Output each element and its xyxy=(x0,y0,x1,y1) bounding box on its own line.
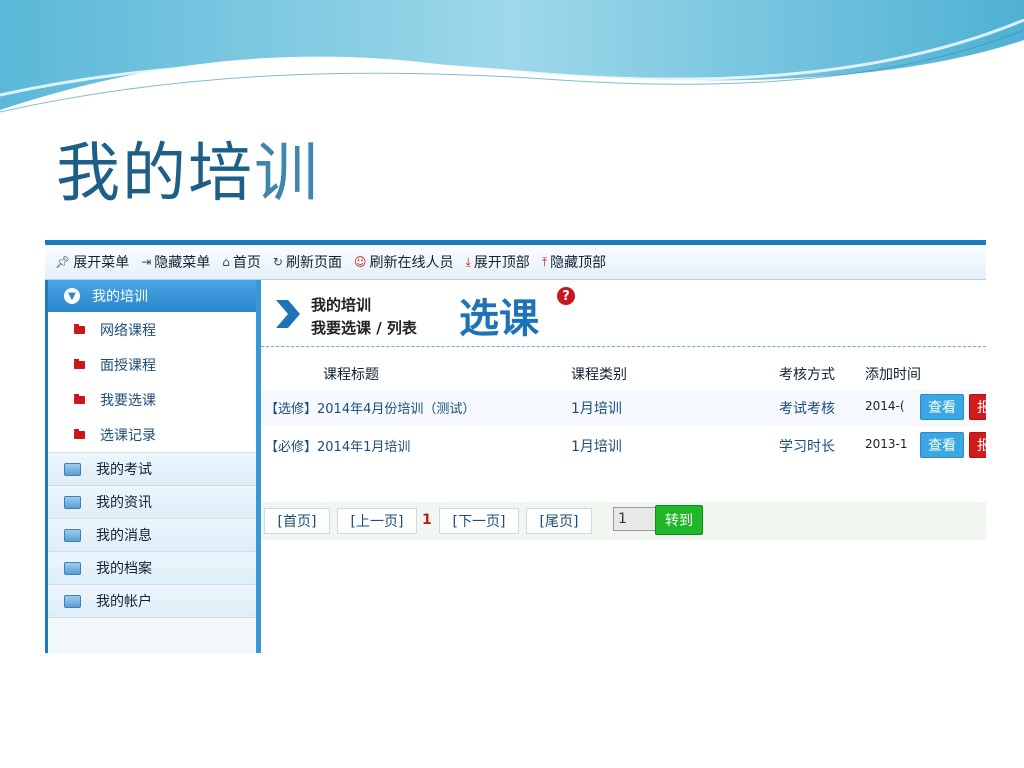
course-time: 2013-1 xyxy=(865,437,908,451)
decorative-wave xyxy=(0,0,1024,113)
sidebar-item-account[interactable]: 我的帐户 xyxy=(48,584,256,618)
sidebar-item-label: 我的档案 xyxy=(96,561,152,577)
toolbar-expand-top[interactable]: ⤓ 展开顶部 xyxy=(466,252,530,272)
view-button[interactable]: 查看 xyxy=(920,432,964,458)
breadcrumb: 我的培训 我要选课 / 列表 选课 ? xyxy=(261,280,986,347)
sidebar-item-label: 我的考试 xyxy=(96,462,152,478)
course-title[interactable]: 【必修】2014年1月培训 xyxy=(265,436,410,455)
sidebar-subitem-classroom-course[interactable]: 面授课程 xyxy=(48,347,256,382)
unpin-icon: ⇥ xyxy=(141,255,152,269)
folder-icon xyxy=(74,393,85,404)
sidebar-header-training[interactable]: ▼ 我的培训 xyxy=(48,280,256,312)
toolbar-home[interactable]: ⌂ 首页 xyxy=(222,252,261,272)
sidebar-subitem-selection-record[interactable]: 选课记录 xyxy=(48,417,256,452)
sidebar-item-profile[interactable]: 我的档案 xyxy=(48,551,256,584)
sidebar-header-label: 我的培训 xyxy=(92,289,148,305)
current-page: 1 xyxy=(422,512,432,528)
toolbar-label: 隐藏菜单 xyxy=(154,255,211,271)
table-row: 【选修】2014年4月份培训（测试） 1月培训 考试考核 2014-( 查看 报… xyxy=(261,390,986,426)
slide-title-light: 训 xyxy=(254,137,320,211)
course-category: 1月培训 xyxy=(571,401,622,417)
folder-icon xyxy=(74,428,85,439)
sidebar-subitem-label: 我要选课 xyxy=(100,392,156,409)
page-title: 选课 xyxy=(459,296,539,342)
go-button[interactable]: 转到 xyxy=(655,505,703,535)
sidebar-subitem-label: 网络课程 xyxy=(100,322,156,339)
enroll-button[interactable]: 报名 xyxy=(969,432,986,458)
first-page-button[interactable]: [首页] xyxy=(264,508,330,534)
column-header-category: 课程类别 xyxy=(571,367,627,383)
course-category: 1月培训 xyxy=(571,439,622,455)
sidebar-item-messages[interactable]: 我的消息 xyxy=(48,518,256,551)
app-screenshot: 📌︎ 展开菜单 ⇥ 隐藏菜单 ⌂ 首页 ↻ 刷新页面 ☺ 刷新在线人员 ⤓ 展开顶部 ⤒ 隐藏… xyxy=(45,240,986,653)
column-header-method: 考核方式 xyxy=(779,367,835,383)
folder-icon xyxy=(64,594,81,608)
chevron-right-icon xyxy=(276,300,300,328)
column-header-title: 课程标题 xyxy=(323,367,379,383)
table-row: 【必修】2014年1月培训 1月培训 学习时长 2013-1 查看 报名 xyxy=(261,428,986,464)
sidebar-subitem-label: 面授课程 xyxy=(100,357,156,374)
sidebar: ▼ 我的培训 网络课程 面授课程 我要选课 选课记录 我的考试 我的资讯 我的消… xyxy=(45,280,261,653)
course-time: 2014-( xyxy=(865,399,905,413)
folder-icon xyxy=(64,495,81,509)
toolbar-expand-menu[interactable]: 📌︎ 展开菜单 xyxy=(55,252,129,272)
pagination: [首页] [上一页] 1 [下一页] [尾页] 转到 xyxy=(261,502,986,540)
course-method: 考试考核 xyxy=(779,401,835,417)
arrow-down-icon: ⤓ xyxy=(465,254,471,269)
sidebar-subitem-select-course[interactable]: 我要选课 xyxy=(48,382,256,417)
home-icon: ⌂ xyxy=(222,255,230,269)
toolbar-refresh[interactable]: ↻ 刷新页面 xyxy=(273,252,342,272)
sidebar-subitem-label: 选课记录 xyxy=(100,427,156,444)
toolbar-label: 展开顶部 xyxy=(473,255,530,271)
sidebar-subitem-online-course[interactable]: 网络课程 xyxy=(48,312,256,347)
sidebar-item-news[interactable]: 我的资讯 xyxy=(48,485,256,518)
course-method: 学习时长 xyxy=(779,439,835,455)
folder-icon xyxy=(64,462,81,476)
breadcrumb-path: 我要选课 / 列表 xyxy=(311,319,417,337)
folder-icon xyxy=(64,528,81,542)
table-header: 课程标题 课程类别 考核方式 添加时间 xyxy=(261,354,986,390)
next-page-button[interactable]: [下一页] xyxy=(439,508,519,534)
toolbar-label: 隐藏顶部 xyxy=(550,255,607,271)
breadcrumb-section: 我的培训 xyxy=(311,296,372,314)
pin-icon: 📌︎ xyxy=(55,255,71,269)
course-title[interactable]: 【选修】2014年4月份培训（测试） xyxy=(265,398,475,417)
sidebar-item-label: 我的消息 xyxy=(96,528,152,544)
folder-icon xyxy=(74,358,85,369)
refresh-icon: ↻ xyxy=(272,255,283,269)
chevron-down-icon: ▼ xyxy=(64,288,80,304)
column-header-time: 添加时间 xyxy=(865,367,921,383)
toolbar-label: 首页 xyxy=(232,255,261,271)
toolbar-label: 刷新在线人员 xyxy=(369,255,454,271)
arrow-up-icon: ⤒ xyxy=(541,254,548,269)
toolbar-label: 展开菜单 xyxy=(73,255,130,271)
main-content: 我的培训 我要选课 / 列表 选课 ? 课程标题 课程类别 考核方式 添加时间 … xyxy=(261,280,986,653)
prev-page-button[interactable]: [上一页] xyxy=(337,508,417,534)
user-icon: ☺ xyxy=(353,255,367,269)
last-page-button[interactable]: [尾页] xyxy=(526,508,592,534)
toolbar-hide-top[interactable]: ⤒ 隐藏顶部 xyxy=(542,252,606,272)
folder-icon xyxy=(74,323,85,334)
sidebar-item-label: 我的资讯 xyxy=(96,495,152,511)
toolbar-refresh-online[interactable]: ☺ 刷新在线人员 xyxy=(354,252,454,272)
sidebar-item-label: 我的帐户 xyxy=(96,594,152,610)
folder-icon xyxy=(64,561,81,575)
help-icon[interactable]: ? xyxy=(557,287,575,305)
toolbar-label: 刷新页面 xyxy=(285,255,342,271)
view-button[interactable]: 查看 xyxy=(920,394,964,420)
toolbar: 📌︎ 展开菜单 ⇥ 隐藏菜单 ⌂ 首页 ↻ 刷新页面 ☺ 刷新在线人员 ⤓ 展开顶部 ⤒ 隐藏… xyxy=(45,245,986,280)
slide-title-main: 我的培 xyxy=(56,137,254,211)
slide-title: 我的培训 xyxy=(56,122,320,214)
sidebar-item-exams[interactable]: 我的考试 xyxy=(48,452,256,485)
toolbar-hide-menu[interactable]: ⇥ 隐藏菜单 xyxy=(141,252,210,272)
enroll-button[interactable]: 报名 xyxy=(969,394,986,420)
